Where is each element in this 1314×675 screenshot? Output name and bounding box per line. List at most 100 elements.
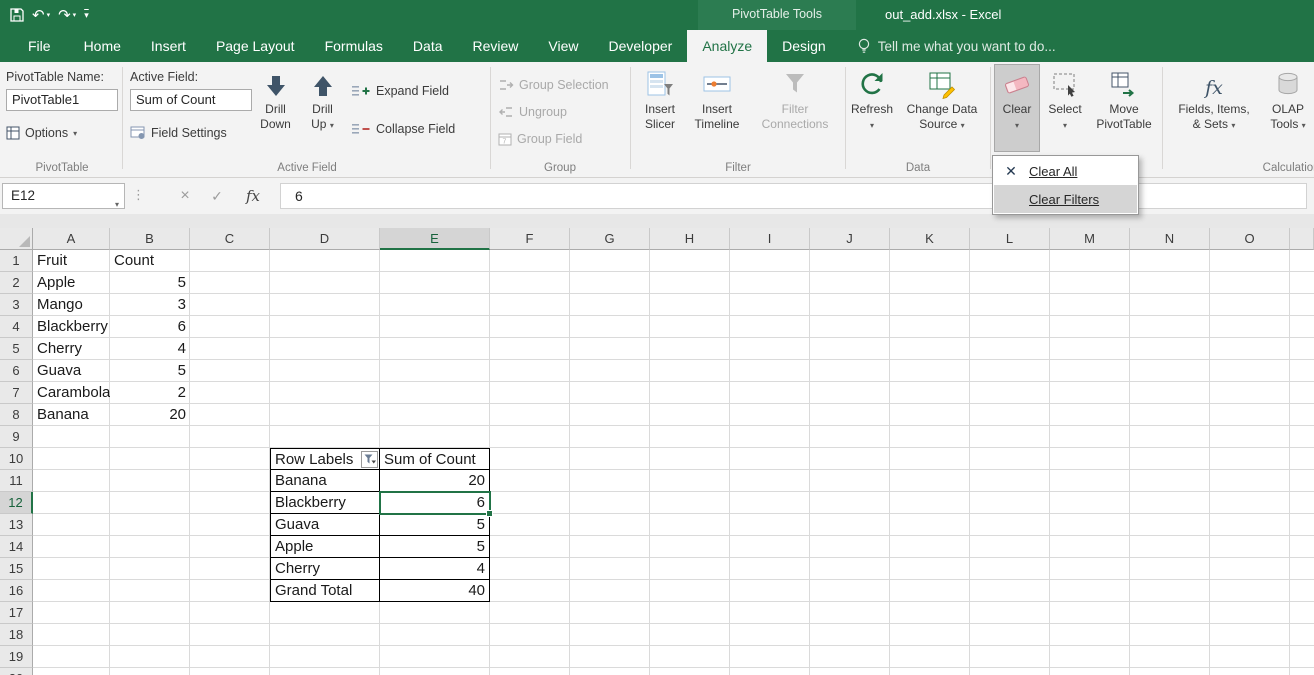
row-header-20[interactable]: 20 bbox=[0, 668, 33, 675]
column-header-I[interactable]: I bbox=[730, 228, 810, 250]
redo-button[interactable]: ↷▾ bbox=[58, 8, 76, 23]
column-header-partial[interactable] bbox=[1290, 228, 1314, 250]
tab-view[interactable]: View bbox=[533, 30, 593, 62]
tab-data[interactable]: Data bbox=[398, 30, 458, 62]
save-button[interactable] bbox=[10, 8, 24, 22]
row-header-7[interactable]: 7 bbox=[0, 382, 33, 404]
cell-D12[interactable]: Blackberry bbox=[270, 492, 380, 514]
column-header-E[interactable]: E bbox=[380, 228, 490, 250]
insert-timeline-button[interactable]: Insert Timeline bbox=[688, 64, 746, 152]
column-header-L[interactable]: L bbox=[970, 228, 1050, 250]
group-field-button[interactable]: 7 Group Field bbox=[498, 128, 582, 150]
tell-me-box[interactable]: Tell me what you want to do... bbox=[857, 30, 1056, 62]
row-header-4[interactable]: 4 bbox=[0, 316, 33, 338]
cell-E15[interactable]: 4 bbox=[380, 558, 490, 580]
row-header-5[interactable]: 5 bbox=[0, 338, 33, 360]
tab-page-layout[interactable]: Page Layout bbox=[201, 30, 310, 62]
row-header-13[interactable]: 13 bbox=[0, 514, 33, 536]
tab-file[interactable]: File bbox=[10, 30, 69, 62]
row-header-8[interactable]: 8 bbox=[0, 404, 33, 426]
cell-E16[interactable]: 40 bbox=[380, 580, 490, 602]
row-header-17[interactable]: 17 bbox=[0, 602, 33, 624]
cell-D11[interactable]: Banana bbox=[270, 470, 380, 492]
cell-A5[interactable]: Cherry bbox=[33, 338, 110, 360]
cell-D16[interactable]: Grand Total bbox=[270, 580, 380, 602]
column-header-F[interactable]: F bbox=[490, 228, 570, 250]
tab-design[interactable]: Design bbox=[767, 30, 841, 62]
tab-insert[interactable]: Insert bbox=[136, 30, 201, 62]
row-header-12[interactable]: 12 bbox=[0, 492, 33, 514]
cell-A4[interactable]: Blackberry bbox=[33, 316, 110, 338]
cell-D10[interactable]: Row Labels bbox=[270, 448, 380, 470]
enter-icon[interactable]: ✓ bbox=[204, 183, 230, 209]
tab-home[interactable]: Home bbox=[69, 30, 136, 62]
row-header-3[interactable]: 3 bbox=[0, 294, 33, 316]
olap-tools-button[interactable]: OLAP Tools ▾ bbox=[1264, 64, 1312, 152]
row-header-10[interactable]: 10 bbox=[0, 448, 33, 470]
select-all-corner[interactable] bbox=[0, 228, 33, 250]
column-header-H[interactable]: H bbox=[650, 228, 730, 250]
row-header-1[interactable]: 1 bbox=[0, 250, 33, 272]
column-header-O[interactable]: O bbox=[1210, 228, 1290, 250]
select-button[interactable]: Select ▾ bbox=[1042, 64, 1088, 152]
row-header-6[interactable]: 6 bbox=[0, 360, 33, 382]
group-selection-button[interactable]: Group Selection bbox=[498, 74, 609, 96]
row-header-19[interactable]: 19 bbox=[0, 646, 33, 668]
row-header-16[interactable]: 16 bbox=[0, 580, 33, 602]
cell-E11[interactable]: 20 bbox=[380, 470, 490, 492]
cell-B6[interactable]: 5 bbox=[110, 360, 190, 382]
cell-A3[interactable]: Mango bbox=[33, 294, 110, 316]
cell-A7[interactable]: Carambola bbox=[33, 382, 110, 404]
ungroup-button[interactable]: Ungroup bbox=[498, 101, 567, 123]
pivottable-name-input[interactable]: PivotTable1 bbox=[6, 89, 118, 111]
filter-connections-button[interactable]: Filter Connections bbox=[748, 64, 842, 152]
fields-items-sets-button[interactable]: fx Fields, Items, & Sets ▾ bbox=[1166, 64, 1262, 152]
row-header-15[interactable]: 15 bbox=[0, 558, 33, 580]
tab-review[interactable]: Review bbox=[458, 30, 534, 62]
insert-slicer-button[interactable]: Insert Slicer bbox=[634, 64, 686, 152]
tab-developer[interactable]: Developer bbox=[594, 30, 688, 62]
cell-E12[interactable]: 6 bbox=[380, 492, 490, 514]
collapse-field-button[interactable]: Collapse Field bbox=[352, 118, 455, 140]
row-labels-filter-button[interactable] bbox=[361, 451, 378, 468]
customize-qat-button[interactable]: ▾ bbox=[84, 10, 89, 21]
tab-formulas[interactable]: Formulas bbox=[310, 30, 398, 62]
column-header-K[interactable]: K bbox=[890, 228, 970, 250]
name-box[interactable]: E12 ▾ bbox=[2, 183, 125, 209]
cell-A6[interactable]: Guava bbox=[33, 360, 110, 382]
cell-B4[interactable]: 6 bbox=[110, 316, 190, 338]
menu-item-clear-all[interactable]: ✕Clear All bbox=[994, 157, 1137, 185]
cell-B7[interactable]: 2 bbox=[110, 382, 190, 404]
menu-item-clear-filters[interactable]: Clear Filters bbox=[994, 185, 1137, 213]
column-header-B[interactable]: B bbox=[110, 228, 190, 250]
cell-A8[interactable]: Banana bbox=[33, 404, 110, 426]
cell-E10[interactable]: Sum of Count bbox=[380, 448, 490, 470]
column-header-M[interactable]: M bbox=[1050, 228, 1130, 250]
column-header-N[interactable]: N bbox=[1130, 228, 1210, 250]
move-pivottable-button[interactable]: Move PivotTable bbox=[1090, 64, 1158, 152]
column-header-C[interactable]: C bbox=[190, 228, 270, 250]
drill-down-button[interactable]: Drill Down bbox=[253, 64, 298, 152]
cell-B8[interactable]: 20 bbox=[110, 404, 190, 426]
formula-input[interactable]: 6 bbox=[280, 183, 1307, 209]
field-settings-button[interactable]: Field Settings bbox=[130, 122, 227, 144]
row-header-2[interactable]: 2 bbox=[0, 272, 33, 294]
cell-B3[interactable]: 3 bbox=[110, 294, 190, 316]
expand-field-button[interactable]: Expand Field bbox=[352, 80, 449, 102]
undo-button[interactable]: ↶▾ bbox=[32, 8, 50, 23]
row-header-11[interactable]: 11 bbox=[0, 470, 33, 492]
cell-A1[interactable]: Fruit bbox=[33, 250, 110, 272]
cell-D13[interactable]: Guava bbox=[270, 514, 380, 536]
cell-B1[interactable]: Count bbox=[110, 250, 190, 272]
drill-up-button[interactable]: Drill Up ▾ bbox=[300, 64, 345, 152]
cancel-icon[interactable]: × bbox=[172, 183, 198, 209]
row-header-9[interactable]: 9 bbox=[0, 426, 33, 448]
tab-analyze[interactable]: Analyze bbox=[687, 30, 767, 62]
cell-E13[interactable]: 5 bbox=[380, 514, 490, 536]
options-button[interactable]: Options ▾ bbox=[6, 122, 77, 144]
cell-E14[interactable]: 5 bbox=[380, 536, 490, 558]
column-header-D[interactable]: D bbox=[270, 228, 380, 250]
row-header-14[interactable]: 14 bbox=[0, 536, 33, 558]
column-header-J[interactable]: J bbox=[810, 228, 890, 250]
refresh-button[interactable]: Refresh ▾ bbox=[849, 64, 895, 152]
